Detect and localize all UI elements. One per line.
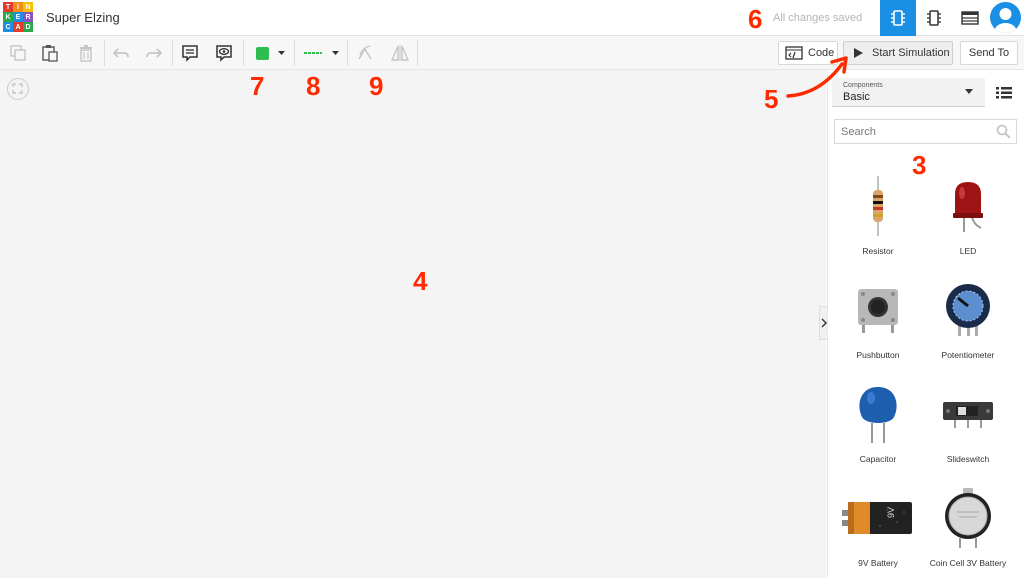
table-list-icon	[961, 11, 979, 25]
wire-color-swatch	[255, 46, 269, 60]
annotation-marker: 9	[369, 71, 384, 101]
project-title[interactable]: Super Elzing	[46, 10, 120, 25]
toolbar-divider	[417, 40, 418, 66]
start-simulation-button[interactable]: Start Simulation	[843, 41, 953, 65]
redo-icon	[146, 48, 163, 58]
component-label: 9V Battery	[858, 558, 898, 568]
annotation-marker: 7	[250, 71, 265, 101]
pushbutton-icon	[858, 289, 898, 333]
list-icon	[996, 87, 1012, 99]
list-view-toggle[interactable]	[996, 86, 1012, 99]
annotation-marker: 6	[748, 4, 763, 34]
components-dropdown[interactable]: Components Basic	[832, 78, 985, 107]
note-icon	[182, 45, 198, 62]
chevron-down-icon	[331, 50, 339, 55]
flip-button[interactable]	[387, 40, 413, 66]
circuit-view-button[interactable]	[880, 0, 916, 36]
capacitor-icon	[859, 387, 897, 443]
component-led[interactable]: LED	[923, 166, 1013, 257]
search-input[interactable]	[834, 119, 1017, 144]
schematic-view-button[interactable]	[916, 0, 952, 36]
toolbar-divider	[172, 40, 173, 66]
tinkercad-logo[interactable]: T I N K E R C A D	[3, 2, 33, 32]
component-pushbutton[interactable]: Pushbutton	[833, 270, 923, 361]
component-9v-battery[interactable]: 9V 9V Battery	[833, 478, 923, 569]
delete-button[interactable]	[73, 40, 99, 66]
annotation-marker: 4	[413, 266, 428, 296]
toggle-notes-visibility-button[interactable]	[211, 40, 237, 66]
circuit-chip-icon	[891, 10, 905, 26]
component-capacitor[interactable]: Capacitor	[833, 374, 923, 465]
wire-color-picker[interactable]	[248, 40, 292, 66]
user-avatar-icon	[994, 8, 1017, 33]
logo-letter: D	[23, 22, 33, 32]
wire-type-icon	[303, 52, 322, 54]
component-label: LED	[959, 246, 977, 256]
component-coin-cell-battery[interactable]: Coin Cell 3V Battery	[923, 478, 1013, 569]
component-label: Potentiometer	[941, 350, 995, 360]
undo-button[interactable]	[108, 40, 134, 66]
component-list-view-button[interactable]	[952, 0, 988, 36]
eye-note-icon	[216, 45, 232, 62]
toolbar: Code Start Simulation Send To	[0, 36, 1024, 70]
flip-icon	[390, 45, 410, 61]
send-to-button[interactable]: Send To	[960, 41, 1018, 65]
annotation-arrow-icon	[786, 56, 848, 98]
notes-button[interactable]	[177, 40, 203, 66]
coin-cell-icon	[945, 488, 991, 548]
play-icon	[854, 48, 863, 58]
annotation-marker: 3	[912, 150, 927, 180]
logo-letter: N	[23, 2, 33, 12]
wire-type-picker[interactable]	[298, 40, 344, 66]
annotation-marker: 5	[764, 84, 779, 114]
schematic-chip-icon	[927, 10, 941, 26]
potentiometer-icon	[946, 284, 990, 336]
workplane-canvas[interactable]	[0, 70, 826, 578]
fit-view-icon	[12, 83, 23, 94]
save-status: All changes saved	[773, 12, 863, 24]
component-label: Capacitor	[859, 454, 897, 464]
logo-letter: A	[13, 22, 23, 32]
annotation-marker: 8	[306, 71, 321, 101]
redo-button[interactable]	[141, 40, 167, 66]
component-label: Slideswitch	[946, 454, 990, 464]
battery-9v-icon: 9V	[842, 502, 912, 534]
component-label: Coin Cell 3V Battery	[929, 558, 1007, 568]
logo-letter: E	[13, 12, 23, 22]
slideswitch-icon	[943, 402, 993, 428]
logo-letter: I	[13, 2, 23, 12]
component-potentiometer[interactable]: Potentiometer	[923, 270, 1013, 361]
rotate-button[interactable]	[352, 40, 378, 66]
undo-icon	[112, 48, 129, 58]
led-icon	[953, 182, 983, 232]
toolbar-divider	[104, 40, 105, 66]
component-label: Pushbutton	[856, 350, 900, 360]
logo-letter: T	[3, 2, 13, 12]
start-simulation-label: Start Simulation	[872, 47, 950, 59]
paste-button[interactable]	[37, 40, 63, 66]
battery-voltage-text: 9V	[886, 507, 896, 518]
chevron-down-icon	[277, 50, 285, 55]
top-bar: T I N K E R C A D Super Elzing All chang…	[0, 0, 1024, 36]
user-avatar[interactable]	[990, 2, 1021, 33]
toolbar-divider	[243, 40, 244, 66]
component-slideswitch[interactable]: Slideswitch	[923, 374, 1013, 465]
send-to-label: Send To	[968, 47, 1010, 59]
trash-icon	[80, 45, 92, 62]
component-label: Resistor	[862, 246, 894, 256]
search-icon	[996, 124, 1011, 139]
copy-button[interactable]	[5, 40, 31, 66]
toolbar-divider	[347, 40, 348, 66]
logo-letter: C	[3, 22, 13, 32]
toolbar-divider	[294, 40, 295, 66]
copy-icon	[10, 45, 26, 61]
logo-letter: R	[23, 12, 33, 22]
paste-icon	[42, 45, 58, 62]
zoom-to-fit-button[interactable]	[7, 78, 29, 100]
rotate-icon	[358, 45, 372, 60]
component-resistor[interactable]: Resistor	[833, 166, 923, 257]
resistor-icon	[873, 176, 883, 236]
logo-letter: K	[3, 12, 13, 22]
caret-down-icon	[965, 89, 973, 94]
